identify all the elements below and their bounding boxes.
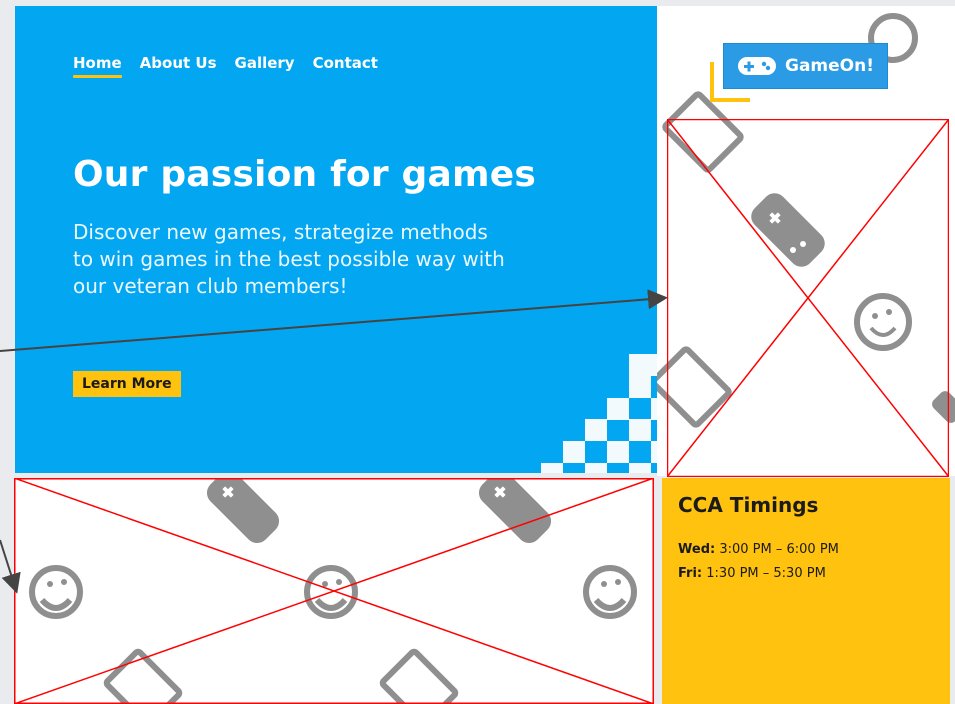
cca-day: Fri: [678,566,703,581]
learn-more-button[interactable]: Learn More [73,371,181,397]
hero-title: Our passion for games [73,154,536,195]
page: Home About Us Gallery Contact Our passio… [0,0,955,704]
main-nav: Home About Us Gallery Contact [73,54,378,78]
logo-text: GameOn! [785,56,874,76]
controller-icon [206,478,280,544]
cca-row-fri: Fri: 1:30 PM – 5:30 PM [678,566,826,581]
cca-time: 3:00 PM – 6:00 PM [719,542,839,557]
logo[interactable]: GameOn! [724,44,887,88]
cca-row-wed: Wed: 3:00 PM – 6:00 PM [678,542,839,557]
image-placeholder-right [667,119,949,477]
nav-about-us[interactable]: About Us [140,54,217,72]
nav-contact[interactable]: Contact [313,54,378,72]
gamepad-icon [738,57,776,75]
handheld-icon [379,648,459,704]
image-placeholder-bottom [14,478,654,704]
cca-time: 1:30 PM – 5:30 PM [706,566,826,581]
hero-section: Home About Us Gallery Contact Our passio… [15,6,657,473]
bottom-pattern-panel [14,478,654,704]
cca-title: CCA Timings [678,493,819,517]
nav-home[interactable]: Home [73,54,122,78]
cca-day: Wed: [678,542,716,557]
hero-description: Discover new games, strategize methods t… [73,220,505,298]
nav-gallery[interactable]: Gallery [235,54,295,72]
cca-timings-card: CCA Timings Wed: 3:00 PM – 6:00 PM Fri: … [662,478,950,704]
